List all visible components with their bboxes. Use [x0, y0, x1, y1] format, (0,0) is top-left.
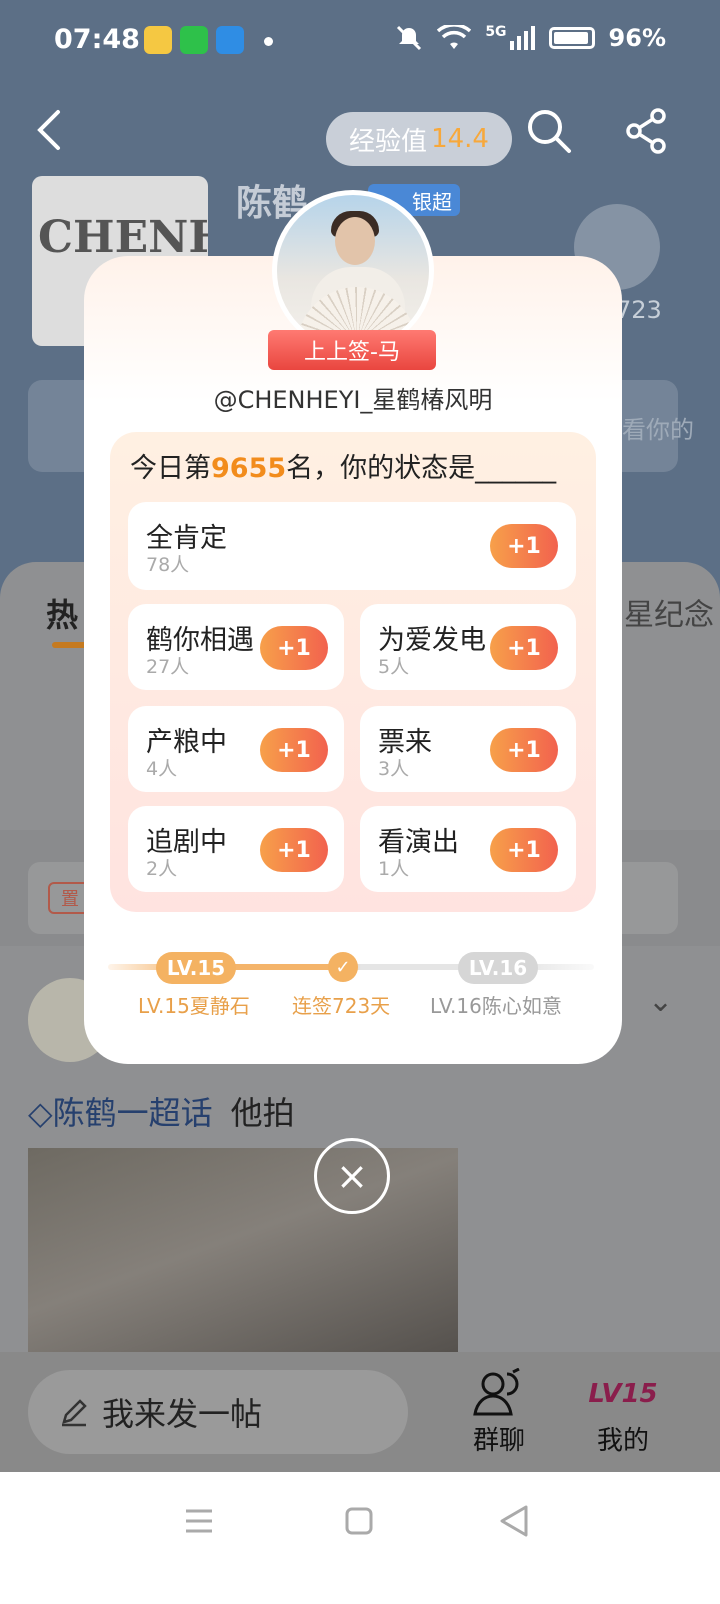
- pencil-icon: [62, 1399, 87, 1427]
- share-icon[interactable]: [622, 106, 672, 156]
- status-bar: 07:48 5G 96%: [0, 0, 720, 80]
- home-icon[interactable]: [344, 1506, 374, 1536]
- status-option[interactable]: 产粮中 4人 +1: [128, 706, 344, 792]
- status-option[interactable]: 鹤你相遇 27人 +1: [128, 604, 344, 690]
- plus-one-button[interactable]: +1: [490, 626, 558, 670]
- status-option[interactable]: 全肯定 78人 +1: [128, 502, 576, 590]
- group-chat-button[interactable]: 群聊: [454, 1368, 544, 1458]
- post-topic-line[interactable]: ◇陈鹤一超话 他拍: [28, 1088, 295, 1134]
- wifi-icon: [437, 25, 472, 49]
- status-option[interactable]: 为爱发电 5人 +1: [360, 604, 576, 690]
- plus-one-button[interactable]: +1: [490, 728, 558, 772]
- option-count: 4人: [146, 758, 178, 780]
- network-type: 5G: [485, 24, 507, 40]
- next-level-caption: LV.16陈心如意: [430, 994, 562, 1018]
- battery-percent: 96%: [608, 24, 666, 52]
- plus-one-button[interactable]: +1: [260, 728, 328, 772]
- status-right-group: 5G 96%: [395, 24, 666, 52]
- plus-one-button[interactable]: +1: [490, 524, 558, 568]
- next-level-pill: LV.16: [458, 952, 538, 984]
- search-icon[interactable]: [524, 106, 574, 156]
- tab-star-memorial[interactable]: 星纪念: [624, 590, 714, 634]
- status-prefix: 今日第: [130, 453, 211, 484]
- plus-one-button[interactable]: +1: [490, 828, 558, 872]
- diamond-icon: ◇: [28, 1094, 53, 1132]
- mine-label: 我的: [596, 1426, 649, 1456]
- status-option[interactable]: 票来 3人 +1: [360, 706, 576, 792]
- plus-one-button[interactable]: +1: [260, 828, 328, 872]
- experience-label: 经验值: [349, 126, 428, 157]
- network-tool-icon: [216, 26, 244, 54]
- option-count: 78人: [146, 554, 190, 576]
- option-count: 5人: [378, 656, 410, 678]
- experience-value: 14.4: [431, 124, 489, 154]
- group-chat-icon: [473, 1368, 520, 1416]
- battery-icon: [548, 27, 595, 49]
- status-option[interactable]: 追剧中 2人 +1: [128, 806, 344, 892]
- avatar: [272, 190, 434, 352]
- notification-dot-icon: [264, 37, 273, 46]
- weibo-app-icon: [144, 26, 172, 54]
- post-text: 他拍: [230, 1094, 295, 1132]
- option-count: 3人: [378, 758, 410, 780]
- experience-pill[interactable]: 经验值 14.4: [326, 112, 512, 166]
- topic-link[interactable]: 陈鹤一超话: [53, 1094, 213, 1132]
- tab-hot[interactable]: 热: [46, 590, 78, 636]
- wechat-app-icon: [180, 26, 208, 54]
- post-image[interactable]: [28, 1148, 458, 1358]
- compose-button[interactable]: 我来发一帖: [28, 1370, 408, 1454]
- current-level-pill: LV.15: [156, 952, 236, 984]
- level-badge: LV15: [588, 1379, 658, 1409]
- option-count: 1人: [378, 858, 410, 880]
- checkin-days-partial: 723: [616, 296, 662, 324]
- option-count: 2人: [146, 858, 178, 880]
- close-icon[interactable]: ×: [314, 1138, 390, 1214]
- back-icon[interactable]: [30, 108, 70, 152]
- streak-caption: 连签723天: [292, 994, 391, 1018]
- compose-label: 我来发一帖: [102, 1395, 263, 1433]
- fortune-ribbon: 上上签-马: [258, 330, 446, 370]
- user-handle: @CHENHEYI_星鹤椿风明: [213, 386, 493, 414]
- status-suffix: 名，你的状态是______: [286, 453, 557, 484]
- rank-number: 9655: [211, 453, 287, 484]
- mute-icon: [397, 25, 422, 51]
- topic-row-text: 看你的: [622, 416, 694, 444]
- plus-one-button[interactable]: +1: [260, 626, 328, 670]
- system-navigation-bar: [0, 1472, 720, 1604]
- avatar-face: [335, 217, 375, 265]
- status-option[interactable]: 看演出 1人 +1: [360, 806, 576, 892]
- status-time: 07:48: [54, 24, 140, 55]
- status-question: 今日第9655名，你的状态是______: [130, 446, 556, 485]
- signal-icon: [509, 26, 535, 50]
- chevron-down-icon[interactable]: ⌄: [648, 984, 673, 1019]
- menu-icon[interactable]: [184, 1508, 214, 1534]
- option-count: 27人: [146, 656, 190, 678]
- current-level-caption: LV.15夏静石: [138, 994, 250, 1018]
- back-nav-icon[interactable]: [498, 1504, 530, 1538]
- mine-button[interactable]: LV15 我的: [578, 1368, 668, 1458]
- check-icon: ✓: [328, 952, 358, 982]
- group-chat-label: 群聊: [472, 1426, 525, 1456]
